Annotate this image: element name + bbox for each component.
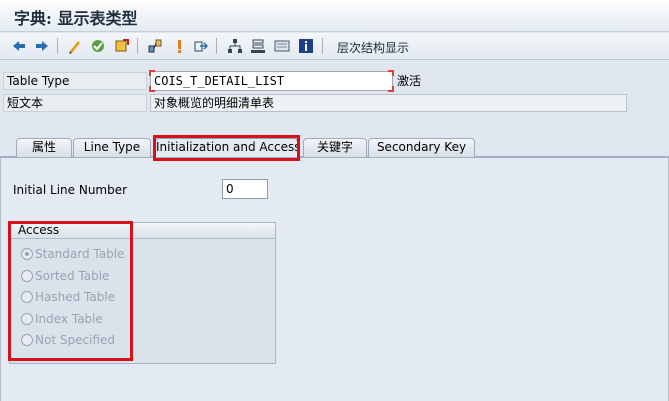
hierarchy-icon[interactable] [226, 37, 244, 55]
object-list-icon[interactable] [146, 37, 164, 55]
back-arrow-icon[interactable] [10, 37, 28, 55]
tab-keywords[interactable]: 关键字 [303, 138, 367, 157]
field-focus-corner [388, 70, 394, 76]
window-title: 字典: 显示表类型 [14, 9, 138, 28]
info-icon[interactable] [297, 37, 315, 55]
display-icon[interactable] [273, 37, 291, 55]
application-toolbar: 层次结构显示 [0, 33, 669, 60]
hierarchy-display-button[interactable]: 层次结构显示 [337, 39, 409, 56]
initial-line-number-field[interactable]: 0 [222, 179, 268, 199]
tab-attributes[interactable]: 属性 [16, 138, 72, 157]
highlight-box-tab [153, 135, 300, 161]
field-focus-corner [149, 86, 155, 92]
tab-secondary-key[interactable]: Secondary Key [368, 138, 475, 157]
toolbar-separator [322, 38, 323, 54]
table-type-label: Table Type [3, 72, 147, 90]
forward-arrow-icon[interactable] [33, 37, 51, 55]
short-text-field[interactable]: 对象概览的明细清单表 [150, 94, 627, 112]
toolbar-separator [137, 38, 138, 54]
tab-line-type[interactable]: Line Type [73, 138, 151, 157]
pencil-glasses-icon[interactable] [66, 37, 84, 55]
where-used-icon[interactable] [170, 37, 188, 55]
field-focus-corner [388, 86, 394, 92]
title-bar: 字典: 显示表类型 [0, 0, 669, 32]
table-type-field[interactable]: COIS_T_DETAIL_LIST [150, 71, 393, 91]
short-text-label: 短文本 [3, 94, 147, 112]
navigate-icon[interactable] [192, 37, 210, 55]
stack-icon[interactable] [249, 37, 267, 55]
activate-icon[interactable] [113, 37, 131, 55]
highlight-box-access [8, 221, 133, 361]
initial-line-number-label: Initial Line Number [13, 183, 128, 197]
toolbar-separator [57, 38, 58, 54]
toolbar-separator [216, 38, 217, 54]
field-focus-corner [149, 70, 155, 76]
activation-status: 激活 [397, 74, 422, 88]
check-icon[interactable] [89, 37, 107, 55]
